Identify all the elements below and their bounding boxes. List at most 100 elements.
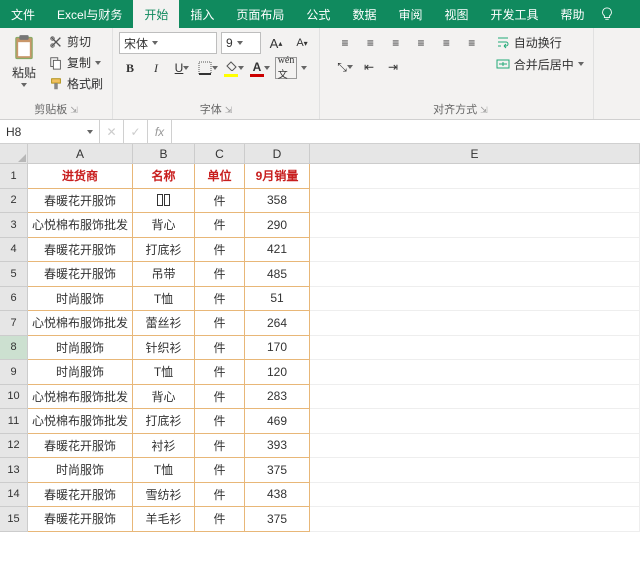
cell-B15[interactable]: 羊毛衫 (133, 507, 195, 532)
tab-2[interactable]: 开始 (133, 0, 179, 28)
cell-A5[interactable]: 春暖花开服饰 (28, 262, 133, 287)
cell-C13[interactable]: 件 (195, 458, 245, 483)
cell-D3[interactable]: 290 (245, 213, 310, 238)
formula-input[interactable] (172, 120, 640, 143)
row-header-5[interactable]: 5 (0, 262, 28, 287)
help-icon[interactable] (600, 0, 614, 28)
col-header-E[interactable]: E (310, 144, 640, 163)
tab-9[interactable]: 开发工具 (479, 0, 549, 28)
row-header-1[interactable]: 1 (0, 164, 28, 189)
row-header-9[interactable]: 9 (0, 360, 28, 385)
cell-E11[interactable] (310, 409, 640, 434)
cell-E14[interactable] (310, 483, 640, 508)
cell-C2[interactable]: 件 (195, 189, 245, 214)
cell-C3[interactable]: 件 (195, 213, 245, 238)
copy-button[interactable]: 复制 (46, 53, 106, 72)
align-top-button[interactable]: ≡ (334, 32, 356, 54)
cell-D2[interactable]: 358 (245, 189, 310, 214)
paste-button[interactable]: 粘贴 (6, 32, 42, 93)
cell-E5[interactable] (310, 262, 640, 287)
align-center-button[interactable]: ≡ (435, 32, 457, 54)
cell-A15[interactable]: 春暖花开服饰 (28, 507, 133, 532)
col-header-B[interactable]: B (133, 144, 195, 163)
cell-D8[interactable]: 170 (245, 336, 310, 361)
tab-3[interactable]: 插入 (179, 0, 225, 28)
cell-D11[interactable]: 469 (245, 409, 310, 434)
cell-E2[interactable] (310, 189, 640, 214)
italic-button[interactable]: I (145, 57, 167, 79)
row-header-13[interactable]: 13 (0, 458, 28, 483)
bold-button[interactable]: B (119, 57, 141, 79)
cell-C9[interactable]: 件 (195, 360, 245, 385)
cell-A2[interactable]: 春暖花开服饰 (28, 189, 133, 214)
row-header-8[interactable]: 8 (0, 336, 28, 361)
cell-A3[interactable]: 心悦棉布服饰批发 (28, 213, 133, 238)
cell-A6[interactable]: 时尚服饰 (28, 287, 133, 312)
cell-D1[interactable]: 9月销量 (245, 164, 310, 189)
cell-E12[interactable] (310, 434, 640, 459)
cell-D12[interactable]: 393 (245, 434, 310, 459)
cell-C14[interactable]: 件 (195, 483, 245, 508)
tab-10[interactable]: 帮助 (550, 0, 596, 28)
cell-D4[interactable]: 421 (245, 238, 310, 263)
cell-D9[interactable]: 120 (245, 360, 310, 385)
cell-B9[interactable]: T恤 (133, 360, 195, 385)
row-header-4[interactable]: 4 (0, 238, 28, 263)
cell-A10[interactable]: 心悦棉布服饰批发 (28, 385, 133, 410)
increase-indent-button[interactable]: ⇥ (382, 56, 404, 78)
cell-E15[interactable] (310, 507, 640, 532)
row-header-12[interactable]: 12 (0, 434, 28, 459)
orientation-button[interactable]: ⤡ (334, 56, 356, 78)
cut-button[interactable]: 剪切 (46, 32, 106, 51)
cancel-formula-button[interactable]: ✕ (100, 120, 124, 143)
col-header-A[interactable]: A (28, 144, 133, 163)
cell-D15[interactable]: 375 (245, 507, 310, 532)
cell-D13[interactable]: 375 (245, 458, 310, 483)
font-name-combo[interactable]: 宋体 (119, 32, 217, 54)
align-right-button[interactable]: ≡ (461, 32, 483, 54)
cell-A7[interactable]: 心悦棉布服饰批发 (28, 311, 133, 336)
cell-E4[interactable] (310, 238, 640, 263)
tab-1[interactable]: Excel与财务 (46, 0, 133, 28)
col-header-D[interactable]: D (245, 144, 310, 163)
cell-C6[interactable]: 件 (195, 287, 245, 312)
cell-C8[interactable]: 件 (195, 336, 245, 361)
select-all-corner[interactable] (0, 144, 28, 163)
cell-C5[interactable]: 件 (195, 262, 245, 287)
cell-E6[interactable] (310, 287, 640, 312)
cell-B1[interactable]: 名称 (133, 164, 195, 189)
cell-E1[interactable] (310, 164, 640, 189)
row-header-7[interactable]: 7 (0, 311, 28, 336)
cell-C10[interactable]: 件 (195, 385, 245, 410)
cell-A13[interactable]: 时尚服饰 (28, 458, 133, 483)
phonetic-button[interactable]: wén文 (275, 57, 297, 79)
cell-A4[interactable]: 春暖花开服饰 (28, 238, 133, 263)
cell-B2[interactable] (133, 189, 195, 214)
row-header-11[interactable]: 11 (0, 409, 28, 434)
cell-A12[interactable]: 春暖花开服饰 (28, 434, 133, 459)
row-header-14[interactable]: 14 (0, 483, 28, 508)
cell-D5[interactable]: 485 (245, 262, 310, 287)
cell-E9[interactable] (310, 360, 640, 385)
cell-B10[interactable]: 背心 (133, 385, 195, 410)
cell-A1[interactable]: 进货商 (28, 164, 133, 189)
cell-D10[interactable]: 283 (245, 385, 310, 410)
row-header-3[interactable]: 3 (0, 213, 28, 238)
cell-B14[interactable]: 雪纺衫 (133, 483, 195, 508)
align-middle-button[interactable]: ≡ (359, 32, 381, 54)
cell-B7[interactable]: 蕾丝衫 (133, 311, 195, 336)
row-header-10[interactable]: 10 (0, 385, 28, 410)
cell-B3[interactable]: 背心 (133, 213, 195, 238)
font-size-combo[interactable]: 9 (221, 32, 261, 54)
align-left-button[interactable]: ≡ (410, 32, 432, 54)
wrap-text-button[interactable]: 自动换行 (493, 32, 587, 52)
cell-B11[interactable]: 打底衫 (133, 409, 195, 434)
format-painter-button[interactable]: 格式刷 (46, 74, 106, 93)
cell-B13[interactable]: T恤 (133, 458, 195, 483)
col-header-C[interactable]: C (195, 144, 245, 163)
cell-E3[interactable] (310, 213, 640, 238)
name-box[interactable]: H8 (0, 120, 100, 143)
tab-7[interactable]: 审阅 (387, 0, 433, 28)
cell-E7[interactable] (310, 311, 640, 336)
cell-A11[interactable]: 心悦棉布服饰批发 (28, 409, 133, 434)
